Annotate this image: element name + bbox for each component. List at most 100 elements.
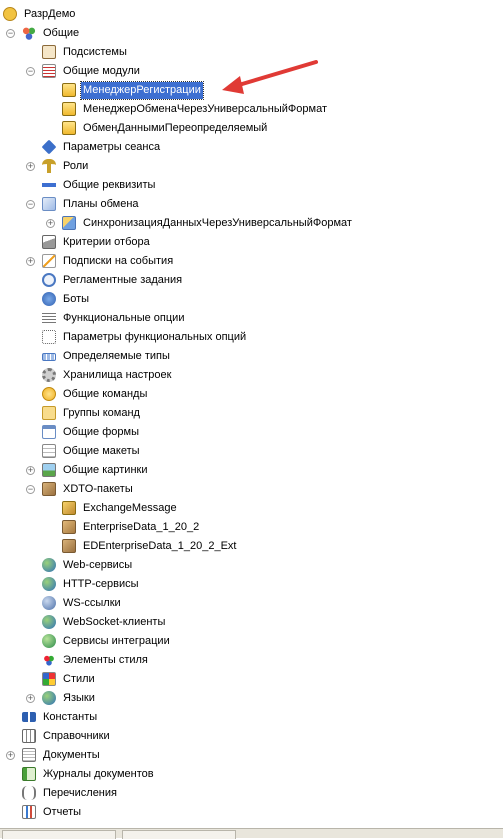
tree-label: Сервисы интеграции xyxy=(63,635,170,647)
language-icon xyxy=(42,691,56,705)
tree-node-module[interactable]: МенеджерОбменаЧерезУниверсальныйФормат xyxy=(0,100,503,119)
tree-node-common-commands[interactable]: Общие команды xyxy=(0,385,503,404)
tree-node-reports[interactable]: Отчеты xyxy=(0,803,503,822)
common-icon xyxy=(22,26,36,40)
tree-node-catalogs[interactable]: Справочники xyxy=(0,727,503,746)
folder-icon xyxy=(42,406,56,420)
tree-node-module[interactable]: ОбменДаннымиПереопределяемый xyxy=(0,119,503,138)
tree-label: Языки xyxy=(63,692,95,704)
tree-node-command-groups[interactable]: Группы команд xyxy=(0,404,503,423)
bot-icon xyxy=(42,292,56,306)
tree-node-xdto-package[interactable]: EnterpriseData_1_20_2 xyxy=(0,518,503,537)
command-icon xyxy=(42,387,56,401)
tree-node-subsystems[interactable]: Подсистемы xyxy=(0,43,503,62)
tree-node-functional-option-params[interactable]: Параметры функциональных опций xyxy=(0,328,503,347)
tree-node-common-modules[interactable]: − Общие модули xyxy=(0,62,503,81)
configuration-tree[interactable]: РазрДемо − Общие Подсистемы − Общие моду… xyxy=(0,0,503,828)
journal-icon xyxy=(22,767,36,781)
tree-label: Константы xyxy=(43,711,98,723)
form-icon xyxy=(42,425,56,439)
package-icon xyxy=(62,539,76,553)
tree-label: Группы команд xyxy=(63,407,140,419)
tree-node-common-attrs[interactable]: Общие реквизиты xyxy=(0,176,503,195)
globe-icon xyxy=(42,558,56,572)
expand-icon[interactable]: + xyxy=(26,466,35,475)
tree-node-xdto-packages[interactable]: − XDTO-пакеты xyxy=(0,480,503,499)
defined-types-icon xyxy=(42,353,56,361)
report-icon xyxy=(22,805,36,819)
tree-node-common[interactable]: − Общие xyxy=(0,24,503,43)
tree-node-functional-options[interactable]: Функциональные опции xyxy=(0,309,503,328)
tree-label: ExchangeMessage xyxy=(83,502,177,514)
tree-label: Планы обмена xyxy=(63,198,139,210)
modules-folder-icon xyxy=(42,64,56,78)
tree-node-exchange-plan[interactable]: + СинхронизацияДанныхЧерезУниверсальныйФ… xyxy=(0,214,503,233)
tree-label: Функциональные опции xyxy=(63,312,185,324)
tree-node-xdto-package[interactable]: EDEnterpriseData_1_20_2_Ext xyxy=(0,537,503,556)
template-icon xyxy=(42,444,56,458)
tree-node-root[interactable]: РазрДемо xyxy=(0,5,503,24)
tree-node-common-forms[interactable]: Общие формы xyxy=(0,423,503,442)
tree-node-module[interactable]: МенеджерРегистрации xyxy=(0,81,503,100)
tree-label: XDTO-пакеты xyxy=(63,483,133,495)
tree-node-document-journals[interactable]: Журналы документов xyxy=(0,765,503,784)
tree-label: Хранилища настроек xyxy=(63,369,172,381)
expand-icon[interactable]: + xyxy=(26,694,35,703)
tree-node-roles[interactable]: + Роли xyxy=(0,157,503,176)
tree-node-event-subscriptions[interactable]: + Подписки на события xyxy=(0,252,503,271)
tree-node-settings-storages[interactable]: Хранилища настроек xyxy=(0,366,503,385)
tree-label: EnterpriseData_1_20_2 xyxy=(83,521,200,533)
tree-node-scheduled-jobs[interactable]: Регламентные задания xyxy=(0,271,503,290)
tree-node-constants[interactable]: Константы xyxy=(0,708,503,727)
bottom-tab[interactable] xyxy=(2,830,116,839)
tree-node-xdto-package[interactable]: ExchangeMessage xyxy=(0,499,503,518)
tree-node-session-params[interactable]: Параметры сеанса xyxy=(0,138,503,157)
style-element-icon xyxy=(42,653,56,667)
tree-label: Общие реквизиты xyxy=(63,179,156,191)
expand-icon[interactable]: + xyxy=(6,751,15,760)
tree-node-style-elements[interactable]: Элементы стиля xyxy=(0,651,503,670)
tree-node-documents[interactable]: + Документы xyxy=(0,746,503,765)
session-params-icon xyxy=(41,139,57,155)
tree-label: Параметры сеанса xyxy=(63,141,161,153)
tree-node-filter-criteria[interactable]: Критерии отбора xyxy=(0,233,503,252)
tree-node-websocket-clients[interactable]: WebSocket-клиенты xyxy=(0,613,503,632)
roles-icon xyxy=(42,159,56,173)
tree-node-bots[interactable]: Боты xyxy=(0,290,503,309)
tree-node-common-templates[interactable]: Общие макеты xyxy=(0,442,503,461)
picture-icon xyxy=(42,463,56,477)
tree-label: Роли xyxy=(63,160,89,172)
constants-icon xyxy=(22,712,36,722)
integration-icon xyxy=(42,634,56,648)
tree-node-styles[interactable]: Стили xyxy=(0,670,503,689)
tree-label: Web-сервисы xyxy=(63,559,133,571)
tree-label: Элементы стиля xyxy=(63,654,148,666)
catalog-icon xyxy=(22,729,36,743)
tree-node-http-services[interactable]: HTTP-сервисы xyxy=(0,575,503,594)
collapse-icon[interactable]: − xyxy=(6,29,15,38)
document-icon xyxy=(22,748,36,762)
package-icon xyxy=(62,501,76,515)
bottom-tab[interactable] xyxy=(122,830,236,839)
tree-node-enums[interactable]: Перечисления xyxy=(0,784,503,803)
tree-node-ws-links[interactable]: WS-ссылки xyxy=(0,594,503,613)
tree-node-languages[interactable]: + Языки xyxy=(0,689,503,708)
tree-node-exchange-plans[interactable]: − Планы обмена xyxy=(0,195,503,214)
gear-icon xyxy=(42,368,56,382)
tree-node-defined-types[interactable]: Определяемые типы xyxy=(0,347,503,366)
tree-label: Подписки на события xyxy=(63,255,174,267)
expand-icon[interactable]: + xyxy=(46,219,55,228)
tree-node-web-services[interactable]: Web-сервисы xyxy=(0,556,503,575)
expand-icon[interactable]: + xyxy=(26,257,35,266)
option-params-icon xyxy=(42,330,56,344)
collapse-icon[interactable]: − xyxy=(26,485,35,494)
tree-node-common-pictures[interactable]: + Общие картинки xyxy=(0,461,503,480)
collapse-icon[interactable]: − xyxy=(26,200,35,209)
expand-icon[interactable]: + xyxy=(26,162,35,171)
collapse-icon[interactable]: − xyxy=(26,67,35,76)
tree-label: МенеджерОбменаЧерезУниверсальныйФормат xyxy=(83,103,327,115)
tree-node-integration-services[interactable]: Сервисы интеграции xyxy=(0,632,503,651)
tree-label: Справочники xyxy=(43,730,110,742)
tree-label: Общие макеты xyxy=(63,445,140,457)
palette-icon xyxy=(42,672,56,686)
